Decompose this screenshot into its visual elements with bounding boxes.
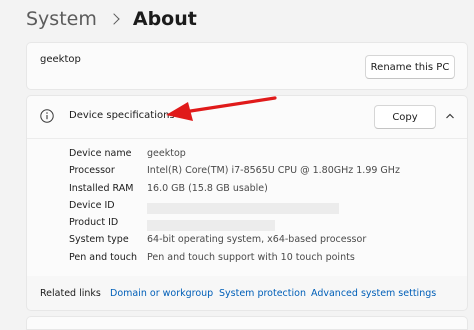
spec-label: Device name xyxy=(69,148,132,159)
spec-value: geektop xyxy=(147,148,186,159)
spec-label: Processor xyxy=(69,165,115,177)
spec-value: Intel(R) Core(TM) i7-8565U CPU @ 1.80GHz… xyxy=(147,165,400,177)
page-title: About xyxy=(132,8,197,30)
system-protection-link[interactable]: System protection xyxy=(219,288,306,299)
pc-name-label: geektop xyxy=(40,54,81,65)
chevron-up-icon[interactable] xyxy=(444,110,456,122)
spec-value: Pen and touch support with 10 touch poin… xyxy=(147,251,355,263)
pc-name-card: geektop Rename this PC xyxy=(26,42,468,90)
advanced-system-settings-link[interactable]: Advanced system settings xyxy=(311,288,436,299)
device-specifications-card: Device specifications Copy Device name g… xyxy=(26,95,468,277)
breadcrumb: System About xyxy=(26,4,197,34)
spec-label: Installed RAM xyxy=(69,182,134,194)
rename-pc-button[interactable]: Rename this PC xyxy=(365,55,455,79)
spec-label: Product ID xyxy=(69,217,119,229)
info-icon xyxy=(40,109,54,123)
chevron-right-icon xyxy=(108,13,120,25)
device-specifications-title: Device specifications xyxy=(69,110,175,121)
spec-value: 64-bit operating system, x64-based proce… xyxy=(147,234,367,246)
spec-label: System type xyxy=(69,234,129,246)
related-links-label: Related links xyxy=(40,288,101,299)
redacted-value xyxy=(147,202,339,214)
spec-label: Device ID xyxy=(69,199,115,211)
related-links-bar: Related links Domain or workgroup System… xyxy=(26,276,468,311)
device-specifications-header[interactable]: Device specifications Copy xyxy=(27,96,467,139)
redacted-value xyxy=(147,220,275,232)
spec-value: 16.0 GB (15.8 GB usable) xyxy=(147,182,268,194)
domain-or-workgroup-link[interactable]: Domain or workgroup xyxy=(110,288,213,299)
next-card xyxy=(26,316,468,330)
copy-button[interactable]: Copy xyxy=(374,105,436,129)
spec-label: Pen and touch xyxy=(69,251,137,263)
breadcrumb-system[interactable]: System xyxy=(26,8,97,30)
